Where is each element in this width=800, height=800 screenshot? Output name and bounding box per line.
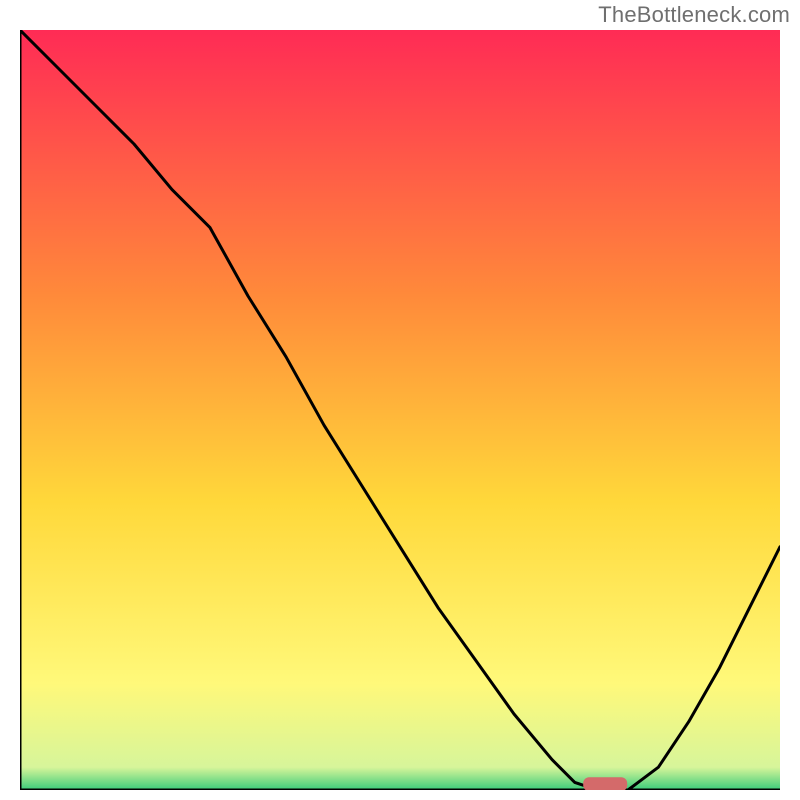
watermark-text: TheBottleneck.com — [598, 2, 790, 28]
bottleneck-chart — [20, 30, 780, 790]
chart-frame — [20, 30, 780, 790]
chart-stage: TheBottleneck.com — [0, 0, 800, 800]
optimal-marker — [583, 777, 627, 790]
